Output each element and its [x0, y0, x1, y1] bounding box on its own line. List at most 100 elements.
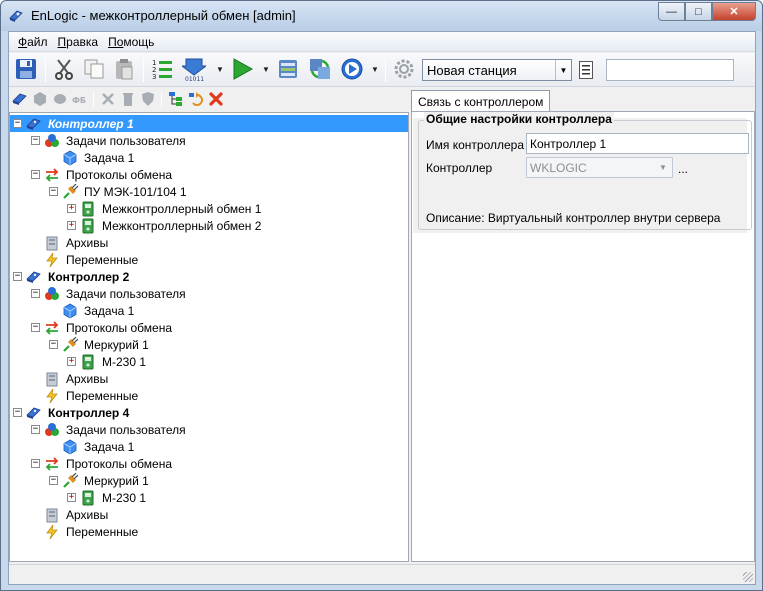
maximize-button[interactable]: □ [685, 2, 712, 21]
delete-button[interactable] [207, 90, 225, 108]
chevron-down-icon[interactable]: ▼ [555, 60, 571, 80]
tree-item[interactable]: Задача 1 [49, 438, 136, 455]
archive-icon [44, 235, 60, 251]
tasks-icon [44, 286, 60, 302]
title-bar[interactable]: EnLogic - межконтроллерный обмен [admin]… [1, 1, 762, 31]
run-dropdown-arrow[interactable]: ▼ [261, 61, 271, 77]
copy-icon [84, 59, 104, 79]
browse-controller-button[interactable]: ... [678, 162, 688, 176]
tool-button-c[interactable] [139, 90, 157, 108]
tree-item[interactable]: Задача 1 [49, 302, 136, 319]
expand-icon[interactable]: + [67, 221, 76, 230]
play-dropdown-arrow[interactable]: ▼ [370, 61, 380, 77]
project-tree[interactable]: − Контроллер 1− Задачи пользователя Задача … [9, 112, 409, 562]
tree-item[interactable]: Переменные [31, 523, 140, 540]
numbered-list-button[interactable]: 123 [149, 56, 175, 82]
collapse-icon[interactable]: − [31, 289, 40, 298]
tree-item[interactable]: Архивы [31, 506, 110, 523]
paste-icon [116, 59, 133, 80]
controller-icon [26, 405, 42, 421]
undo-button[interactable] [187, 90, 205, 108]
collapse-icon[interactable]: − [13, 119, 22, 128]
collapse-icon[interactable]: − [49, 187, 58, 196]
svg-text:ФБ: ФБ [72, 96, 86, 105]
collapse-icon[interactable]: − [13, 408, 22, 417]
save-button[interactable] [13, 56, 39, 82]
collapse-icon[interactable]: − [31, 170, 40, 179]
copy-button[interactable] [81, 56, 107, 82]
tree-item[interactable]: − Меркурий 1 [49, 472, 151, 489]
tree-item[interactable]: + Межконтроллерный обмен 2 [67, 217, 263, 234]
menu-file[interactable]: Файл [13, 35, 53, 49]
expand-icon[interactable]: + [67, 204, 76, 213]
paste-button[interactable] [111, 56, 137, 82]
play-circle-button[interactable] [339, 56, 365, 82]
trash-icon [123, 93, 133, 106]
menu-edit[interactable]: Правка [53, 35, 104, 49]
tree-item[interactable]: − Задачи пользователя [31, 285, 188, 302]
download-dropdown-arrow[interactable]: ▼ [215, 61, 225, 77]
tree-item-label: Переменные [66, 388, 139, 403]
chevron-down-icon[interactable]: ▼ [656, 159, 670, 176]
add-fb-button[interactable]: ФБ [71, 90, 89, 108]
tree-item[interactable]: − Задачи пользователя [31, 132, 188, 149]
tree-item[interactable]: Задача 1 [49, 149, 136, 166]
download-binary-button[interactable]: 01011 [181, 56, 207, 82]
run-button[interactable] [229, 56, 255, 82]
tree-item-label: Задачи пользователя [66, 422, 186, 437]
tree-item[interactable]: Архивы [31, 234, 110, 251]
collapse-icon[interactable]: − [31, 323, 40, 332]
toolbar-search-input[interactable] [606, 59, 734, 81]
station-select[interactable]: Новая станция ▼ [422, 59, 572, 81]
tree-item[interactable]: Архивы [31, 370, 110, 387]
plug-icon [62, 472, 78, 489]
tree-item[interactable]: − Контроллер 4 [13, 404, 131, 421]
variables-icon [44, 524, 60, 540]
add-controller-button[interactable] [11, 90, 29, 108]
expand-icon[interactable]: + [67, 493, 76, 502]
add-protocol-button[interactable] [51, 90, 69, 108]
collapse-icon[interactable]: − [13, 272, 22, 281]
resize-grip[interactable] [743, 572, 753, 582]
tree-item-label: Задача 1 [84, 439, 135, 454]
tree-item[interactable]: Переменные [31, 251, 140, 268]
tasks-icon [44, 133, 60, 149]
tree-item[interactable]: − ПУ МЭК-101/104 1 [49, 183, 189, 200]
tree-item[interactable]: − Протоколы обмена [31, 455, 174, 472]
tree-item[interactable]: − Протоколы обмена [31, 166, 174, 183]
tab-controller-connection[interactable]: Связь с контроллером [411, 90, 551, 112]
collapse-icon[interactable]: − [49, 340, 58, 349]
tool-button-b[interactable] [119, 90, 137, 108]
collapse-icon[interactable]: − [31, 425, 40, 434]
tree-expand-button[interactable] [167, 90, 185, 108]
tree-item[interactable]: − Контроллер 1 [10, 115, 408, 132]
shape-icon [54, 94, 66, 104]
tree-item[interactable]: − Протоколы обмена [31, 319, 174, 336]
tree-item[interactable]: + М-230 1 [67, 353, 148, 370]
controller-type-select[interactable]: WKLOGIC ▼ [526, 157, 673, 178]
tree-item[interactable]: − Контроллер 2 [13, 268, 131, 285]
minimize-button[interactable]: — [658, 2, 685, 21]
tree-item[interactable]: + Межконтроллерный обмен 1 [67, 200, 263, 217]
collapse-icon[interactable]: − [31, 136, 40, 145]
collapse-icon[interactable]: − [31, 459, 40, 468]
controller-name-input[interactable]: Контроллер 1 [526, 133, 749, 154]
tree-expand-icon [169, 92, 182, 106]
sync-button[interactable] [307, 56, 333, 82]
fb-icon: ФБ [72, 96, 86, 105]
add-task-button[interactable] [31, 90, 49, 108]
tool-button-a[interactable] [99, 90, 117, 108]
menu-help[interactable]: Помощь [103, 35, 159, 49]
settings-button[interactable] [391, 56, 417, 82]
close-button[interactable]: ✕ [712, 2, 756, 21]
cut-button[interactable] [51, 56, 77, 82]
tree-item[interactable]: − Задачи пользователя [31, 421, 188, 438]
collapse-icon[interactable]: − [49, 476, 58, 485]
database-button[interactable] [275, 56, 301, 82]
settings-gear-icon [394, 59, 414, 79]
list-icon[interactable] [579, 61, 593, 79]
tree-item[interactable]: Переменные [31, 387, 140, 404]
tree-item[interactable]: − Меркурий 1 [49, 336, 151, 353]
tree-item[interactable]: + М-230 1 [67, 489, 148, 506]
expand-icon[interactable]: + [67, 357, 76, 366]
